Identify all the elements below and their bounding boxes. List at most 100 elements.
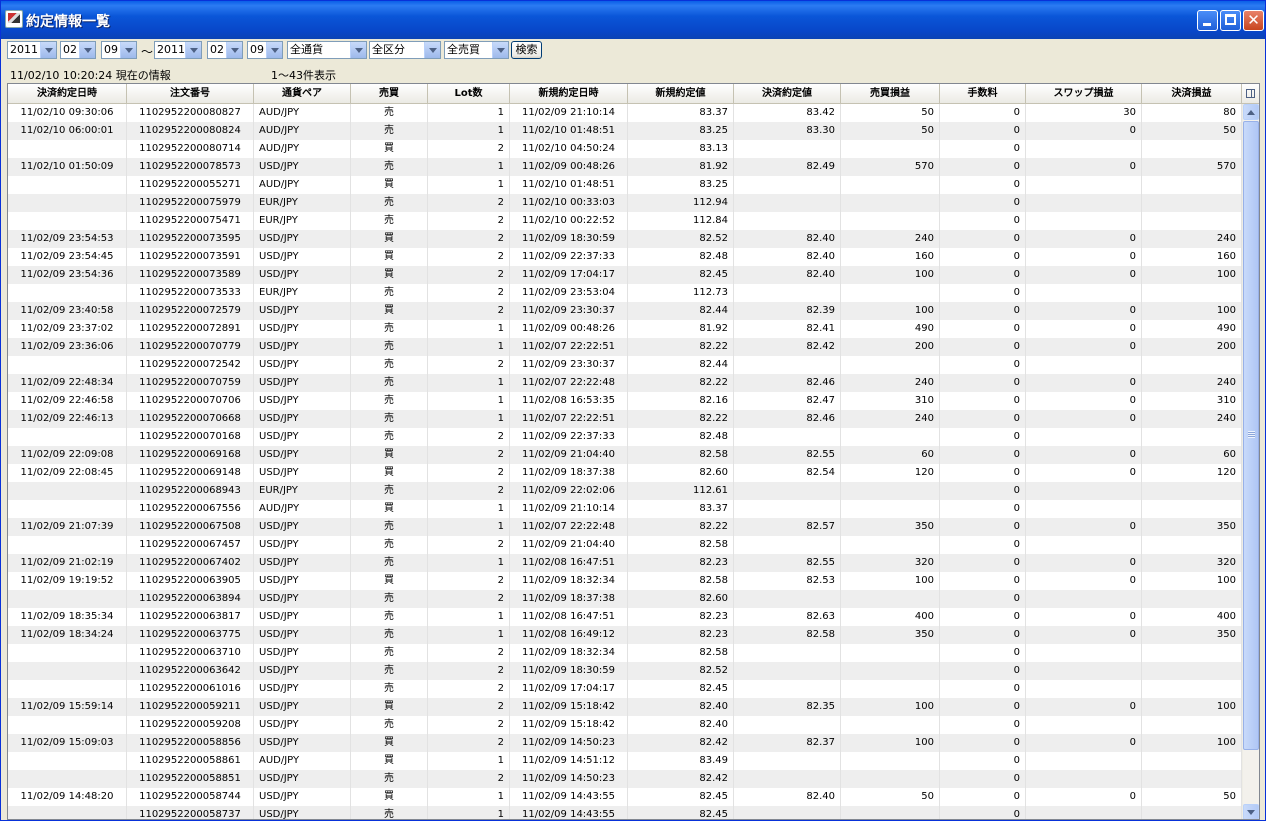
from-year-select[interactable]: 2011 (7, 41, 57, 59)
to-day-select[interactable]: 09 (247, 41, 283, 59)
table-row[interactable]: 1102952200070168 USD/JPY 売 2 11/02/09 22:37:… (8, 428, 1242, 446)
table-row[interactable]: 11/02/09 23:40:58 1102952200072579 USD/JPY… (8, 302, 1242, 320)
from-day-select[interactable]: 09 (101, 41, 137, 59)
cell-fee: 0 (940, 788, 1026, 806)
cell-lots: 2 (428, 428, 510, 446)
cell-swap-pl: 0 (1026, 626, 1142, 644)
chevron-down-icon[interactable] (350, 42, 366, 58)
cell-settle-price (734, 644, 841, 662)
cell-side: 買 (351, 500, 428, 518)
table-row[interactable]: 1102952200068943 EUR/JPY 売 2 11/02/09 22:02:… (8, 482, 1242, 500)
cell-currency-pair: USD/JPY (254, 716, 351, 734)
cell-fee: 0 (940, 158, 1026, 176)
table-row[interactable]: 11/02/09 23:36:06 1102952200070779 USD/JPY… (8, 338, 1242, 356)
scroll-down-button[interactable] (1243, 804, 1259, 819)
table-row[interactable]: 1102952200063642 USD/JPY 売 2 11/02/09 18:30:… (8, 662, 1242, 680)
table-row[interactable]: 11/02/09 14:48:20 1102952200058744 USD/JPY… (8, 788, 1242, 806)
column-header-settle-time[interactable]: 決済約定日時 (8, 84, 127, 104)
column-header-open-price[interactable]: 新規約定値 (628, 84, 734, 104)
from-month-select[interactable]: 02 (60, 41, 96, 59)
to-year-select[interactable]: 2011 (154, 41, 202, 59)
cell-settle-pl: 100 (1142, 266, 1242, 284)
from-month-value: 02 (63, 43, 77, 56)
minimize-button[interactable] (1197, 10, 1218, 31)
chevron-down-icon[interactable] (79, 42, 95, 58)
title-bar[interactable]: 約定情報一覧 ✕ (1, 1, 1265, 39)
table-row[interactable]: 1102952200080714 AUD/JPY 買 2 11/02/10 04:50:… (8, 140, 1242, 158)
table-row[interactable]: 1102952200075979 EUR/JPY 売 2 11/02/10 00:33:… (8, 194, 1242, 212)
column-header-lots[interactable]: Lot数 (428, 84, 510, 104)
cell-settle-time (8, 680, 127, 698)
table-row[interactable]: 11/02/09 23:54:53 1102952200073595 USD/JPY… (8, 230, 1242, 248)
vertical-scrollbar[interactable] (1242, 104, 1259, 819)
close-button[interactable]: ✕ (1243, 10, 1264, 31)
table-row[interactable]: 11/02/10 06:00:01 1102952200080824 AUD/JPY… (8, 122, 1242, 140)
table-row[interactable]: 1102952200055271 AUD/JPY 買 1 11/02/10 01:48:… (8, 176, 1242, 194)
table-row[interactable]: 11/02/09 15:09:03 1102952200058856 USD/JPY… (8, 734, 1242, 752)
table-row[interactable]: 1102952200059208 USD/JPY 売 2 11/02/09 15:18:… (8, 716, 1242, 734)
table-row[interactable]: 11/02/09 22:08:45 1102952200069148 USD/JPY… (8, 464, 1242, 482)
cell-lots: 1 (428, 122, 510, 140)
category-select[interactable]: 全区分 (369, 41, 441, 59)
chevron-down-icon[interactable] (266, 42, 282, 58)
chevron-down-icon[interactable] (40, 42, 56, 58)
table-row[interactable]: 11/02/09 19:19:52 1102952200063905 USD/JPY… (8, 572, 1242, 590)
chevron-down-icon[interactable] (120, 42, 136, 58)
maximize-icon (1225, 14, 1236, 25)
cell-fee: 0 (940, 536, 1026, 554)
cell-trade-pl: 310 (841, 392, 940, 410)
chevron-down-icon[interactable] (185, 42, 201, 58)
table-row[interactable]: 11/02/10 01:50:09 1102952200078573 USD/JPY… (8, 158, 1242, 176)
table-row[interactable]: 1102952200061016 USD/JPY 売 2 11/02/09 17:04:… (8, 680, 1242, 698)
table-row[interactable]: 1102952200063710 USD/JPY 売 2 11/02/09 18:32:… (8, 644, 1242, 662)
table-row[interactable]: 11/02/09 23:54:45 1102952200073591 USD/JPY… (8, 248, 1242, 266)
cell-side: 買 (351, 176, 428, 194)
table-row[interactable]: 1102952200073533 EUR/JPY 売 2 11/02/09 23:53:… (8, 284, 1242, 302)
column-header-trade-pl[interactable]: 売買損益 (841, 84, 940, 104)
table-row[interactable]: 11/02/09 22:46:58 1102952200070706 USD/JPY… (8, 392, 1242, 410)
cell-trade-pl (841, 590, 940, 608)
table-row[interactable]: 11/02/09 22:46:13 1102952200070668 USD/JPY… (8, 410, 1242, 428)
table-row[interactable]: 11/02/09 23:37:02 1102952200072891 USD/JPY… (8, 320, 1242, 338)
table-row[interactable]: 1102952200067457 USD/JPY 売 2 11/02/09 21:04:… (8, 536, 1242, 554)
search-button[interactable]: 検索 (511, 41, 542, 59)
maximize-button[interactable] (1220, 10, 1241, 31)
table-row[interactable]: 1102952200063894 USD/JPY 売 2 11/02/09 18:37:… (8, 590, 1242, 608)
table-row[interactable]: 11/02/10 09:30:06 1102952200080827 AUD/JPY… (8, 104, 1242, 122)
column-chooser-button[interactable] (1242, 84, 1259, 104)
table-row[interactable]: 11/02/09 21:07:39 1102952200067508 USD/JPY… (8, 518, 1242, 536)
column-header-order-no[interactable]: 注文番号 (127, 84, 254, 104)
column-header-side[interactable]: 売買 (351, 84, 428, 104)
column-header-fee[interactable]: 手数料 (940, 84, 1026, 104)
table-row[interactable]: 1102952200075471 EUR/JPY 売 2 11/02/10 00:22:… (8, 212, 1242, 230)
table-row[interactable]: 1102952200072542 USD/JPY 売 2 11/02/09 23:30:… (8, 356, 1242, 374)
chevron-down-icon[interactable] (424, 42, 440, 58)
cell-side: 売 (351, 806, 428, 819)
column-header-swap-pl[interactable]: スワップ損益 (1026, 84, 1142, 104)
table-row[interactable]: 11/02/09 22:09:08 1102952200069168 USD/JPY… (8, 446, 1242, 464)
cell-settle-pl: 50 (1142, 788, 1242, 806)
table-row[interactable]: 11/02/09 21:02:19 1102952200067402 USD/JPY… (8, 554, 1242, 572)
column-header-settle-price[interactable]: 決済約定値 (734, 84, 841, 104)
side-select[interactable]: 全売買 (444, 41, 509, 59)
cell-open-time: 11/02/09 21:10:14 (510, 104, 628, 122)
to-month-select[interactable]: 02 (207, 41, 243, 59)
chevron-down-icon[interactable] (492, 42, 508, 58)
table-row[interactable]: 11/02/09 15:59:14 1102952200059211 USD/JPY… (8, 698, 1242, 716)
table-row[interactable]: 11/02/09 23:54:36 1102952200073589 USD/JPY… (8, 266, 1242, 284)
table-row[interactable]: 1102952200058737 USD/JPY 売 1 11/02/09 14:43:… (8, 806, 1242, 819)
chevron-down-icon[interactable] (226, 42, 242, 58)
column-header-open-time[interactable]: 新規約定日時 (510, 84, 628, 104)
cell-fee: 0 (940, 356, 1026, 374)
currency-select[interactable]: 全通貨 (287, 41, 367, 59)
scroll-thumb[interactable] (1243, 121, 1259, 750)
table-row[interactable]: 11/02/09 22:48:34 1102952200070759 USD/JPY… (8, 374, 1242, 392)
table-row[interactable]: 1102952200058861 AUD/JPY 買 1 11/02/09 14:51:… (8, 752, 1242, 770)
table-row[interactable]: 11/02/09 18:35:34 1102952200063817 USD/JPY… (8, 608, 1242, 626)
column-header-currency-pair[interactable]: 通貨ペア (254, 84, 351, 104)
scroll-up-button[interactable] (1243, 104, 1259, 120)
column-header-settle-pl[interactable]: 決済損益 (1142, 84, 1242, 104)
table-row[interactable]: 1102952200067556 AUD/JPY 買 1 11/02/09 21:10:… (8, 500, 1242, 518)
table-row[interactable]: 1102952200058851 USD/JPY 売 2 11/02/09 14:50:… (8, 770, 1242, 788)
table-row[interactable]: 11/02/09 18:34:24 1102952200063775 USD/JPY… (8, 626, 1242, 644)
